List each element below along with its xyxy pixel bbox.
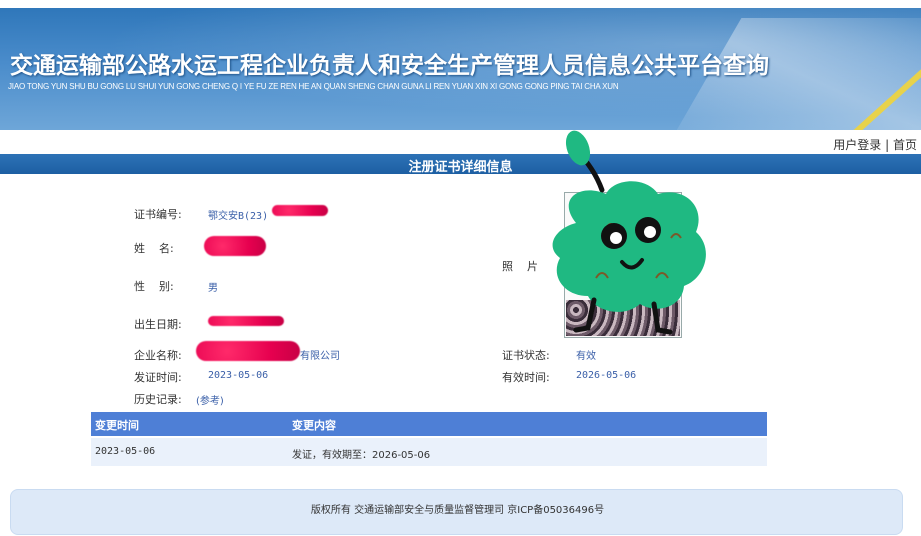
redaction-birth — [208, 316, 284, 326]
status-value: 有效 — [576, 351, 596, 362]
gender-label: 性 别: — [134, 280, 174, 293]
mascot-eye-right-highlight — [644, 226, 656, 238]
status-label: 证书状态: — [502, 349, 550, 362]
company-value: 有限公司 — [300, 351, 340, 362]
home-link[interactable]: 首页 — [893, 138, 917, 152]
login-link[interactable]: 用户登录 — [833, 138, 881, 152]
history-row-time: 2023-05-06 — [95, 446, 156, 457]
issue-date-value: 2023-05-06 — [208, 370, 269, 381]
footer: 版权所有 交通运输部安全与质量监督管理司 京ICP备05036496号 — [10, 489, 903, 535]
cert-no-value: 鄂交安B(23) — [208, 211, 269, 222]
mascot-sticker — [552, 130, 706, 335]
issue-date-label: 发证时间: — [134, 371, 182, 384]
photo-label: 照 片 — [502, 260, 538, 273]
redaction-name — [204, 236, 266, 256]
valid-date-label: 有效时间: — [502, 371, 550, 384]
history-col-content: 变更内容 — [292, 419, 336, 432]
history-row-content: 发证，有效期至：2026-05-06 — [292, 450, 431, 461]
section-title: 注册证书详细信息 — [408, 160, 513, 175]
site-subtitle-pinyin: JIAO TONG YUN SHU BU GONG LU SHUI YUN GO… — [8, 82, 619, 91]
birth-label: 出生日期: — [134, 318, 182, 331]
history-label: 历史记录: — [134, 393, 182, 406]
redaction-cert-no — [272, 205, 328, 216]
footer-copyright: 版权所有 交通运输部安全与质量监督管理司 京ICP备05036496号 — [310, 505, 605, 516]
history-table-header: 变更时间 变更内容 — [91, 412, 767, 436]
history-link[interactable]: (参考) — [196, 392, 224, 407]
history-col-time: 变更时间 — [95, 419, 139, 432]
redaction-company — [196, 341, 300, 361]
name-label: 姓 名: — [134, 242, 174, 255]
mascot-eye-left-highlight — [610, 232, 622, 244]
top-links: 用户登录 | 首页 — [833, 136, 917, 153]
cert-no-label: 证书编号: — [134, 208, 182, 221]
company-label: 企业名称: — [134, 349, 182, 362]
mascot-body — [552, 181, 706, 312]
mascot-leg-left — [573, 297, 597, 333]
site-title: 交通运输部公路水运工程企业负责人和安全生产管理人员信息公共平台查询 — [10, 53, 769, 79]
valid-date-value: 2026-05-06 — [576, 370, 637, 381]
link-separator: | — [881, 138, 893, 152]
gender-value: 男 — [208, 283, 218, 294]
table-row: 2023-05-06 发证，有效期至：2026-05-06 — [91, 438, 767, 466]
